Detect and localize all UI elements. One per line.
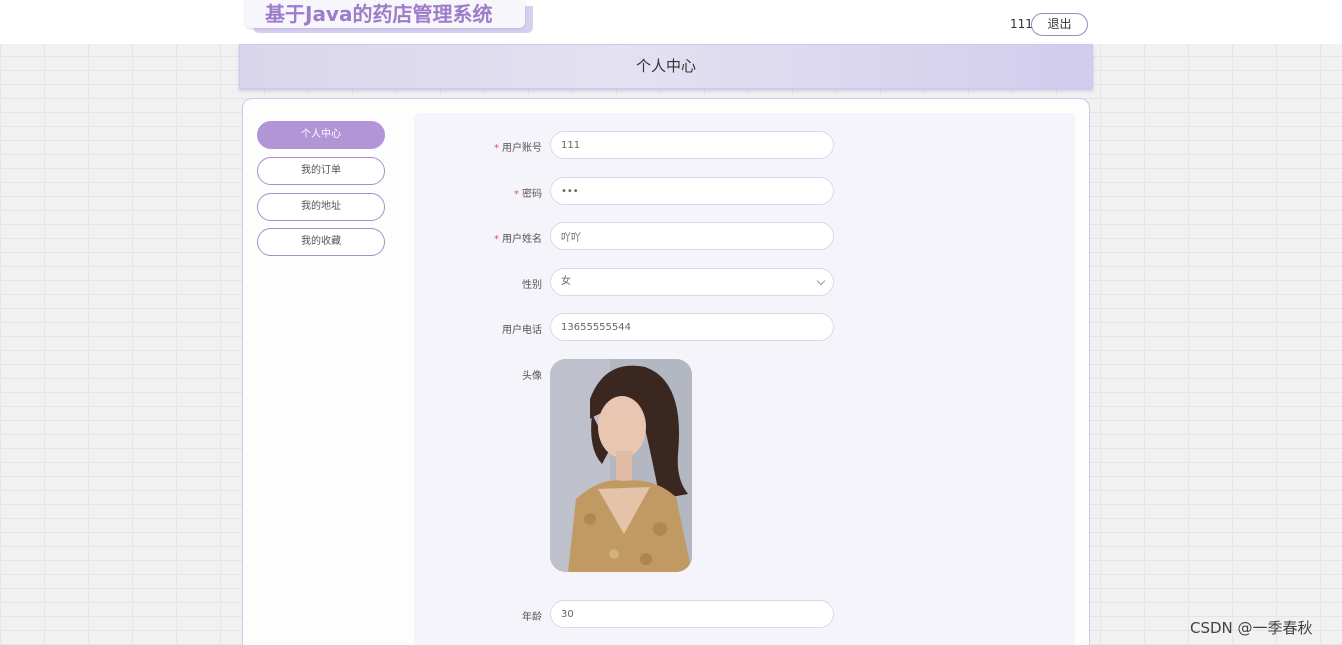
avatar-image [550,359,692,572]
age-label: 年龄 [522,612,542,623]
password-input[interactable] [550,177,834,205]
gender-select[interactable]: 女 [550,268,834,296]
avatar-label: 头像 [522,371,542,382]
logout-button[interactable]: 退出 [1031,13,1088,36]
required-mark: * [494,143,499,154]
watermark: CSDN @一季春秋 [1190,619,1313,637]
required-mark: * [514,189,519,200]
sidebar-item-addresses[interactable]: 我的地址 [257,193,385,221]
gender-select-value: 女 [561,276,571,287]
required-mark: * [494,234,499,245]
gender-label: 性别 [522,280,542,291]
brand-banner-front: 基于Java的药店管理系统 [245,0,525,28]
password-label: * 密码 [514,189,542,200]
phone-input[interactable] [550,313,834,341]
age-input[interactable] [550,600,834,628]
avatar-upload[interactable] [550,359,692,572]
top-bar: 基于Java的药店管理系统 111 退出 [0,0,1342,44]
sidebar-item-favorites[interactable]: 我的收藏 [257,228,385,256]
current-username: 111 [1010,17,1033,31]
account-label: * 用户账号 [494,143,542,154]
name-input[interactable] [550,222,834,250]
account-input[interactable] [550,131,834,159]
brand-banner: 基于Java的药店管理系统 [245,0,533,33]
phone-label: 用户电话 [502,325,542,336]
page-title: 个人中心 [239,44,1093,89]
sidebar-item-orders[interactable]: 我的订单 [257,157,385,185]
name-label: * 用户姓名 [494,234,542,245]
sidebar-item-profile[interactable]: 个人中心 [257,121,385,149]
app-title: 基于Java的药店管理系统 [265,2,493,26]
chevron-down-icon [816,276,826,286]
